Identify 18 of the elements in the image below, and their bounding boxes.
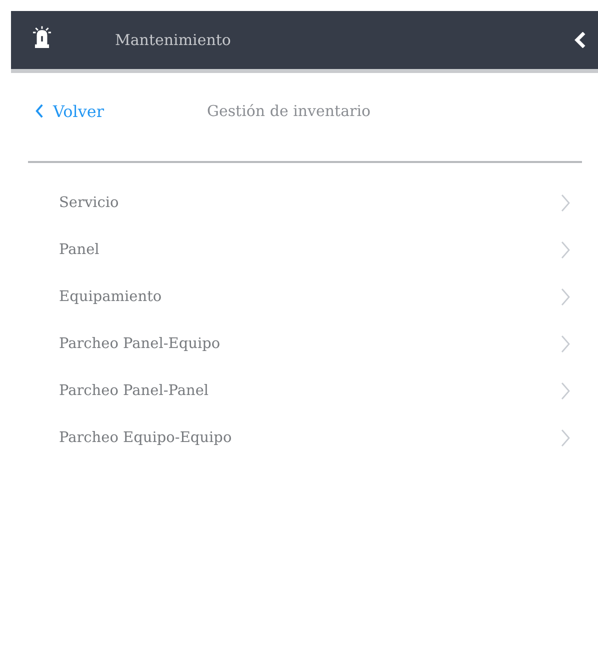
back-link[interactable]: Volver <box>35 102 207 120</box>
menu-item[interactable]: Panel <box>59 226 570 273</box>
menu-item[interactable]: Equipamiento <box>59 273 570 320</box>
collapse-icon[interactable] <box>574 32 586 48</box>
menu-item[interactable]: Parcheo Panel-Panel <box>59 367 570 414</box>
page-title: Gestión de inventario <box>207 102 371 120</box>
app-title: Mantenimiento <box>115 31 232 49</box>
menu-item[interactable]: Servicio <box>59 179 570 226</box>
menu-item[interactable]: Parcheo Panel-Equipo <box>59 320 570 367</box>
chevron-right-icon <box>560 194 570 212</box>
menu-item[interactable]: Parcheo Equipo-Equipo <box>59 414 570 461</box>
chevron-right-icon <box>560 428 570 446</box>
chevron-right-icon <box>560 288 570 306</box>
chevron-right-icon <box>560 334 570 352</box>
chevron-right-icon <box>560 240 570 258</box>
chevron-right-icon <box>560 382 570 400</box>
chevron-left-icon <box>35 104 44 118</box>
siren-icon <box>33 26 51 48</box>
